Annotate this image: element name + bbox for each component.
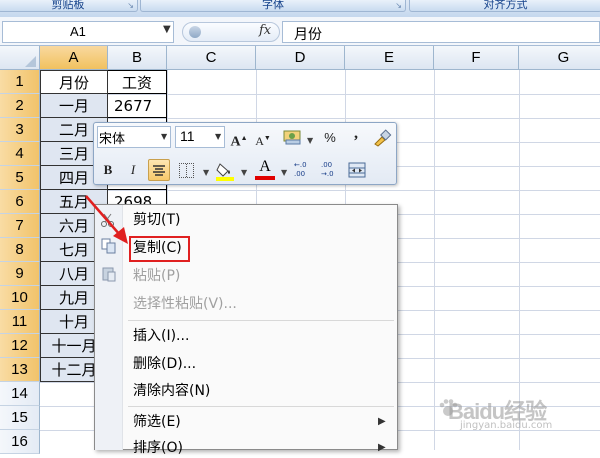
fill-bucket-icon [216,163,234,181]
align-center-icon [153,165,165,176]
row-header[interactable]: 6 [0,190,40,214]
font-color-letter: A [259,158,271,175]
column-header-f[interactable]: F [434,46,519,70]
ribbon-group-label: 字体 [262,0,284,11]
chevron-down-icon[interactable]: ▼ [307,136,313,145]
column-header-c[interactable]: C [167,46,256,70]
menu-item-paste-special: 选择性粘贴(V)... [133,296,237,312]
expand-handle-icon[interactable] [189,26,201,38]
chevron-down-icon[interactable]: ▼ [161,132,167,141]
formula-input[interactable] [282,21,600,43]
ribbon-group-label: 剪贴板 [51,0,85,11]
merge-center-button[interactable] [348,162,366,178]
ribbon-group-alignment[interactable]: 对齐方式 [409,0,600,12]
comma-style-button[interactable]: , [346,124,366,144]
menu-separator [128,406,394,407]
row-header[interactable]: 5 [0,166,40,190]
font-name-value: 宋体 [99,132,126,147]
select-all-icon [25,56,36,67]
row-header[interactable]: 2 [0,94,40,118]
name-box-value: A1 [70,24,86,39]
row-header[interactable]: 8 [0,238,40,262]
shrink-font-button[interactable]: A▼ [253,128,273,148]
formula-value: 月份 [294,27,322,43]
column-header-a[interactable]: A [40,46,108,70]
grow-font-button[interactable]: A▲ [229,128,249,150]
name-box[interactable] [2,21,174,43]
percent-style-button[interactable]: % [320,128,340,148]
currency-format-icon [283,130,301,145]
cell-b2[interactable]: 2677 [108,94,167,118]
row-header[interactable]: 14 [0,382,40,406]
borders-button[interactable] [179,163,194,178]
row-header[interactable]: 9 [0,262,40,286]
font-color-button[interactable]: A [254,158,276,182]
insert-function-button[interactable]: fx [259,23,271,38]
row-header[interactable]: 4 [0,142,40,166]
menu-item-paste: 粘贴(P) [133,268,181,284]
submenu-arrow-icon: ▶ [378,416,386,427]
column-header-g[interactable]: G [519,46,600,70]
number-format-button[interactable] [283,129,303,145]
menu-item-clear-contents[interactable]: 清除内容(N) [133,381,210,401]
gridline [434,70,435,450]
menu-item-insert[interactable]: 插入(I)... [133,326,189,346]
format-painter-icon [374,129,392,147]
row-header[interactable]: 7 [0,214,40,238]
cell-a2[interactable]: 一月 [40,94,108,118]
submenu-arrow-icon: ▶ [378,442,386,453]
row-header[interactable]: 1 [0,70,40,94]
menu-item-cut[interactable]: 剪切(T) [133,210,180,230]
column-header-d[interactable]: D [256,46,345,70]
row-header[interactable]: 13 [0,358,40,382]
row-header[interactable]: 16 [0,430,40,454]
grow-font-icon: A [230,134,241,150]
fill-color-button[interactable] [214,160,236,182]
format-painter-button[interactable] [372,129,392,147]
ribbon-group-clipboard[interactable]: 剪贴板 ↘ [0,0,138,12]
chevron-down-icon[interactable]: ▼ [215,132,221,141]
menu-item-sort[interactable]: 排序(O) [133,438,183,458]
chevron-down-icon[interactable]: ▼ [281,168,287,177]
dialog-launcher-icon[interactable]: ↘ [127,1,134,11]
row-header[interactable]: 3 [0,118,40,142]
row-header[interactable]: 11 [0,310,40,334]
row-header[interactable]: 15 [0,406,40,430]
decrease-decimal-button[interactable]: .00 →.0 [321,161,343,181]
chevron-down-icon[interactable]: ▼ [241,168,247,177]
menu-item-filter[interactable]: 筛选(E) [133,412,181,432]
center-align-button[interactable] [148,159,170,181]
font-size-value: 11 [180,128,195,144]
row-header[interactable]: 10 [0,286,40,310]
watermark-url: jingyan.baidu.com [460,420,553,431]
cell-b1[interactable]: 工资 [108,70,167,94]
chevron-down-icon[interactable]: ▼ [163,24,171,35]
gridline [519,70,520,450]
merge-cells-icon [348,162,366,178]
cell-a1[interactable]: 月份 [40,70,108,94]
font-color-swatch [255,176,275,180]
annotation-arrow [85,195,128,244]
dialog-launcher-icon[interactable]: ↘ [395,1,402,11]
column-header-e[interactable]: E [345,46,434,70]
ribbon-group-label: 对齐方式 [483,0,528,11]
ribbon-group-font[interactable]: 字体 ↘ [140,0,406,12]
shrink-font-icon: A [255,134,264,148]
menu-separator [128,320,394,321]
italic-button[interactable]: I [123,160,143,180]
chevron-down-icon[interactable]: ▼ [203,168,209,177]
increase-decimal-button[interactable]: ←.0 .00 [294,161,316,181]
row-header[interactable]: 12 [0,334,40,358]
column-header-b[interactable]: B [108,46,167,70]
menu-item-delete[interactable]: 删除(D)... [133,354,196,374]
paste-icon [101,266,117,282]
borders-icon [186,164,187,177]
bold-button[interactable]: B [98,160,118,180]
